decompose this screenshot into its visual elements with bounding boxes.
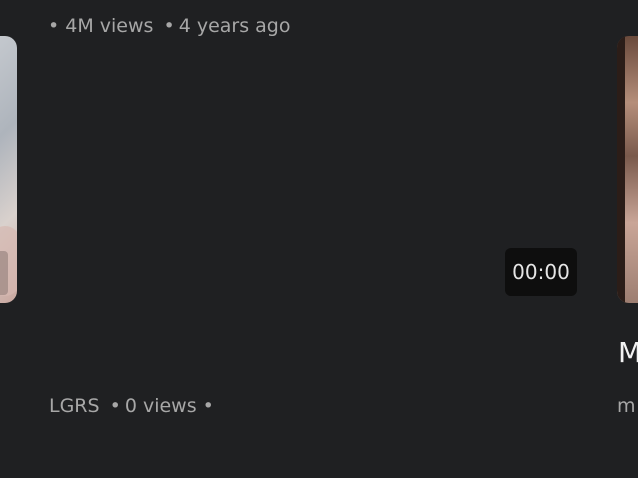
upload-age: 4 years ago (178, 15, 291, 37)
video-thumbnail-left[interactable] (0, 36, 17, 303)
video-thumbnail-right[interactable] (617, 36, 638, 303)
view-count: 4M views (65, 15, 154, 37)
video-grid: • 4M views • 4 years ago 00:00 LGRS • 0 vi… (0, 0, 638, 478)
meta-separator: • (48, 15, 60, 37)
meta-separator: • (109, 395, 121, 417)
duration-badge-partial (0, 251, 8, 295)
thumbnail-edge (617, 36, 625, 303)
meta-separator: • (163, 15, 175, 37)
meta-separator: • (202, 395, 214, 417)
duration-badge: 00:00 (505, 248, 577, 296)
channel-name[interactable]: LGRS (49, 395, 100, 417)
view-count: 0 views (124, 395, 197, 417)
video-meta-top: • 4M views • 4 years ago (48, 14, 291, 38)
video-title-right[interactable]: M (618, 336, 638, 370)
channel-name-right[interactable]: m (617, 394, 636, 418)
video-meta-bottom: LGRS • 0 views • (49, 394, 214, 418)
